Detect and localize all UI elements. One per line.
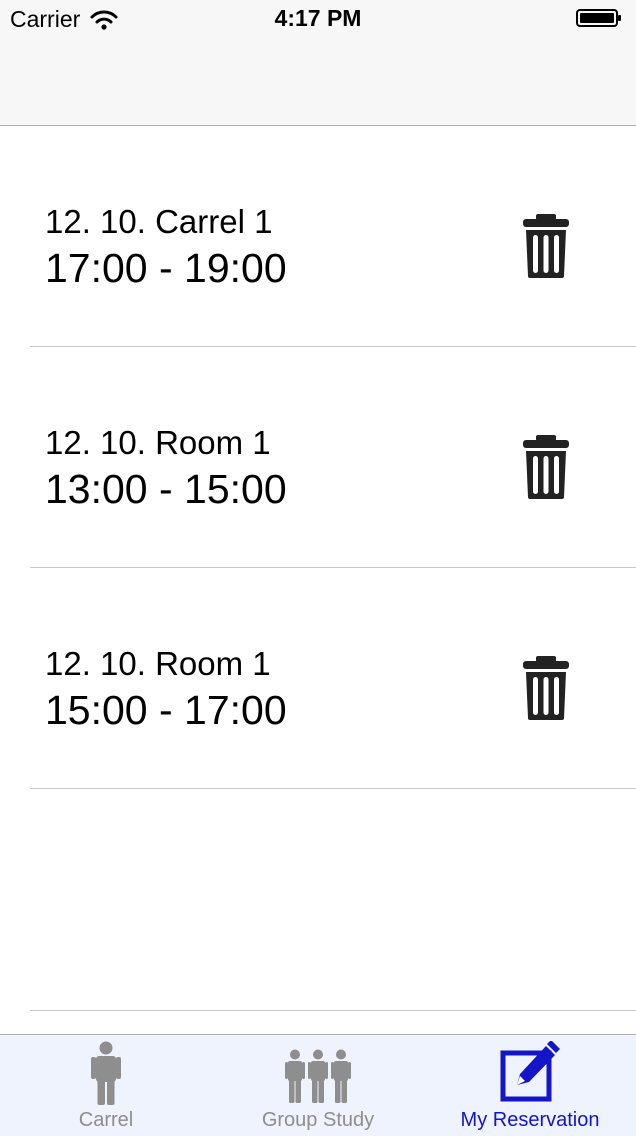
tab-label: Carrel: [78, 1109, 134, 1131]
tab-carrel[interactable]: Carrel: [0, 1035, 212, 1136]
person-icon: [91, 1041, 121, 1105]
reservation-list: 12. 10. Carrel 1 17:00 - 19:00 12. 10. R…: [0, 126, 636, 1011]
reservation-row[interactable]: 12. 10. Carrel 1 17:00 - 19:00: [0, 126, 636, 347]
trash-icon[interactable]: [520, 434, 572, 500]
tab-bar: Carrel Group Study My Reservation: [0, 1034, 636, 1136]
trash-icon[interactable]: [520, 655, 572, 721]
reservation-title: 12. 10. Room 1: [45, 424, 271, 461]
reservation-title: 12. 10. Carrel 1: [45, 203, 273, 240]
edit-icon: [500, 1041, 560, 1102]
navigation-bar: Carrier 4:17 PM: [0, 0, 636, 126]
status-time: 4:17 PM: [274, 5, 362, 31]
tab-label: My Reservation: [460, 1109, 600, 1131]
reservation-row[interactable]: 12. 10. Room 1 13:00 - 15:00: [0, 347, 636, 568]
empty-row: [0, 789, 636, 1011]
battery-icon: [576, 9, 621, 27]
reservation-row[interactable]: 12. 10. Room 1 15:00 - 17:00: [0, 568, 636, 789]
reservation-time: 13:00 - 15:00: [45, 466, 287, 512]
tab-label: Group Study: [261, 1109, 375, 1131]
group-icon: [285, 1049, 351, 1103]
reservation-title: 12. 10. Room 1: [45, 645, 271, 682]
reservation-time: 15:00 - 17:00: [45, 687, 287, 733]
tab-group-study[interactable]: Group Study: [212, 1035, 424, 1136]
tab-my-reservation[interactable]: My Reservation: [424, 1035, 636, 1136]
reservation-time: 17:00 - 19:00: [45, 245, 287, 291]
trash-icon[interactable]: [520, 213, 572, 279]
screen: Carrier 4:17 PM 12. 10. Carrel 1 17:00 -…: [0, 0, 636, 1136]
